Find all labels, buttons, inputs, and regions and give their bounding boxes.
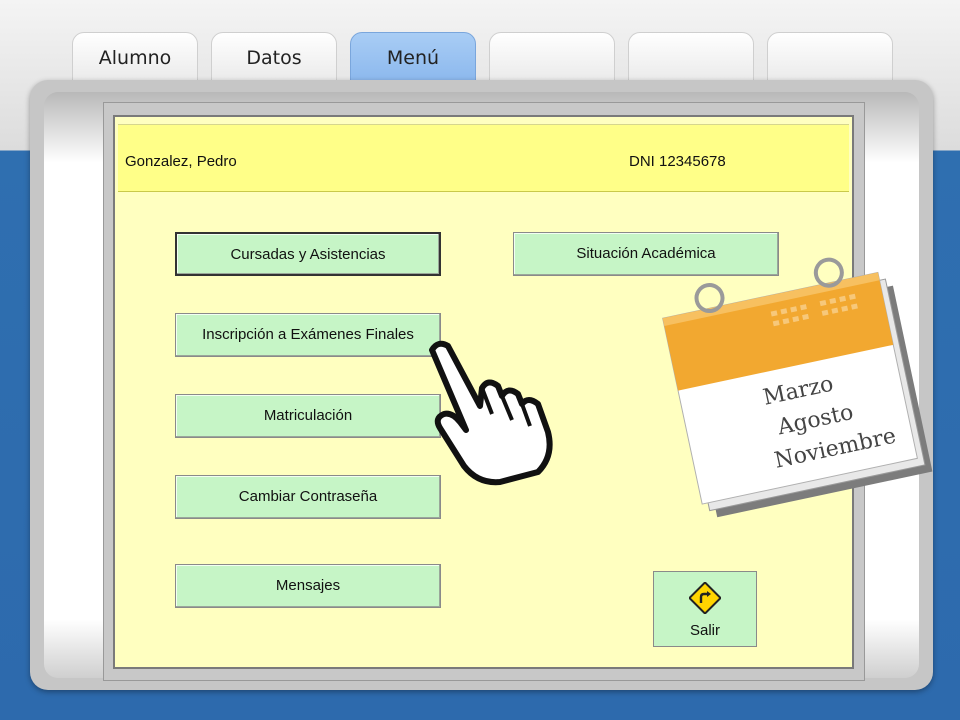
student-dni: DNI 12345678	[629, 153, 726, 170]
cursadas-asistencias-button[interactable]: Cursadas y Asistencias	[175, 232, 441, 276]
cambiar-contrasena-button[interactable]: Cambiar Contraseña	[175, 475, 441, 519]
student-name: Gonzalez, Pedro	[125, 153, 237, 170]
student-header: Gonzalez, Pedro DNI 12345678	[118, 124, 849, 192]
salir-label: Salir	[689, 622, 720, 639]
mensajes-button[interactable]: Mensajes	[175, 564, 441, 608]
calendar-icon: Marzo Agosto Noviembre	[662, 257, 933, 518]
road-sign-turn-right-icon	[689, 582, 721, 614]
pointing-hand-icon	[429, 340, 553, 486]
inscripcion-examenes-button[interactable]: Inscripción a Exámenes Finales	[175, 313, 441, 357]
matriculacion-button[interactable]: Matriculación	[175, 394, 441, 438]
salir-button[interactable]: Salir	[653, 571, 757, 647]
